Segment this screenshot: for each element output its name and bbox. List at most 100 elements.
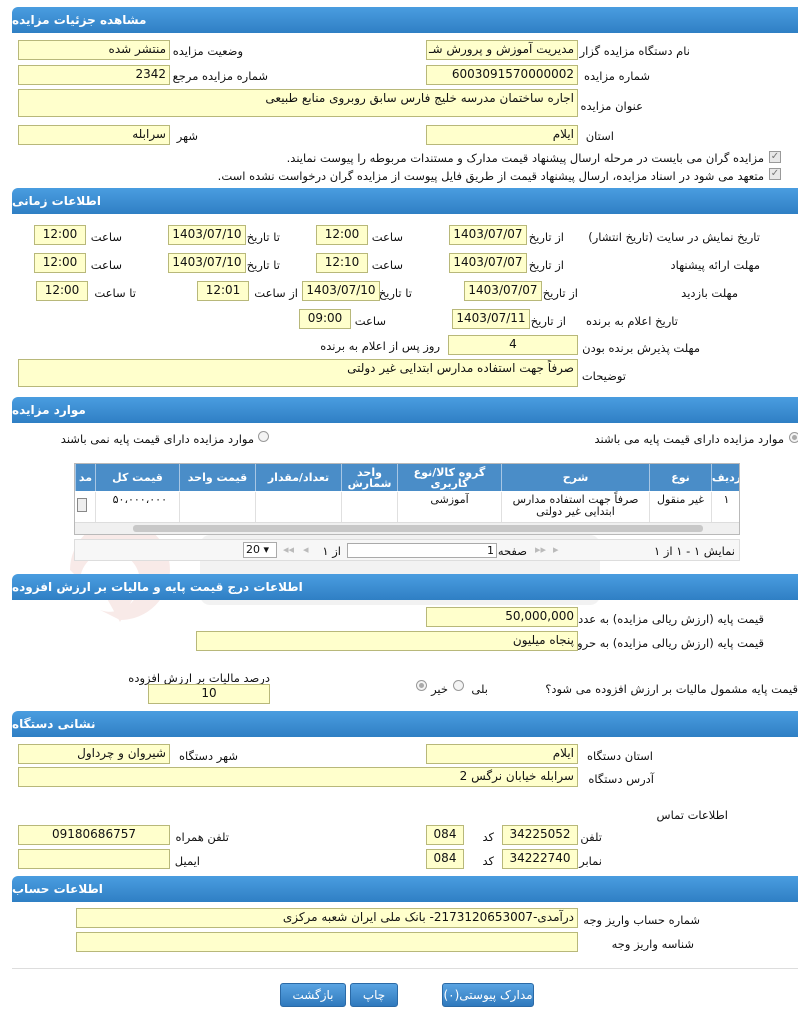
section-header-details: مشاهده جزئیات مزایده bbox=[12, 7, 798, 33]
phone-field[interactable]: 34225052 bbox=[502, 825, 578, 845]
visit-to-time-label: تا ساعت bbox=[94, 286, 136, 300]
display-to-time-field[interactable]: 12:00 bbox=[34, 225, 86, 245]
account-id-field[interactable] bbox=[76, 932, 578, 952]
col-header-unit[interactable]: واحد شمارش bbox=[341, 464, 397, 491]
ref-number-field[interactable]: 2342 bbox=[18, 65, 170, 85]
fax-field[interactable]: 34222740 bbox=[502, 849, 578, 869]
display-from-date-field[interactable]: 1403/07/07 bbox=[449, 225, 527, 245]
section-header-address: نشانی دستگاه bbox=[12, 711, 798, 737]
offer-from-time-label: ساعت bbox=[371, 258, 403, 272]
visit-from-date-field[interactable]: 1403/07/07 bbox=[464, 281, 542, 301]
col-header-total[interactable]: قیمت کل bbox=[95, 464, 179, 491]
vat-question-label: قیمت پایه مشمول مالیات بر ارزش افزوده می… bbox=[545, 682, 798, 696]
org-province-label: استان دستگاه bbox=[586, 749, 653, 763]
note-no-file-offer: متعهد می شود در اسناد مزایده، ارسال پیشن… bbox=[217, 169, 764, 183]
status-field[interactable]: منتشر شده bbox=[18, 40, 170, 60]
radio-no-base-price[interactable] bbox=[258, 431, 269, 442]
status-label: وضعیت مزایده bbox=[172, 44, 243, 58]
radio-vat-yes[interactable] bbox=[453, 680, 464, 691]
offer-to-date-label: تا تاریخ bbox=[246, 258, 280, 272]
title-label: عنوان مزایده bbox=[580, 99, 643, 113]
table-row-index: ۱ bbox=[711, 492, 739, 522]
account-number-field[interactable]: درآمدی-2173120653007- بانک ملی ایران شعب… bbox=[76, 908, 578, 928]
visit-to-time-field[interactable]: 12:00 bbox=[36, 281, 88, 301]
section-header-timing: اطلاعات زمانی bbox=[12, 188, 798, 214]
divider bbox=[12, 968, 798, 969]
col-header-docs[interactable]: مد bbox=[75, 464, 95, 491]
display-from-date-label: از تاریخ bbox=[528, 230, 564, 244]
grid-horizontal-scrollbar[interactable] bbox=[75, 522, 739, 534]
visit-to-date-label: تا تاریخ bbox=[378, 286, 412, 300]
section-header-account: اطلاعات حساب bbox=[12, 876, 798, 902]
radio-has-base-price[interactable] bbox=[789, 432, 798, 443]
offer-deadline-label: مهلت ارائه پیشنهاد bbox=[670, 258, 760, 272]
pager-first-icon[interactable]: ◂◂ bbox=[283, 543, 294, 556]
fax-code-field[interactable]: 084 bbox=[426, 849, 464, 869]
org-field[interactable]: مدیریت آموزش و پرورش شـ bbox=[426, 40, 578, 60]
winner-date-field[interactable]: 1403/07/11 bbox=[452, 309, 530, 329]
display-to-date-field[interactable]: 1403/07/10 bbox=[168, 225, 246, 245]
phone-code-label: کد bbox=[482, 830, 494, 844]
phone-code-field[interactable]: 084 bbox=[426, 825, 464, 845]
print-button[interactable]: چاپ bbox=[350, 983, 398, 1007]
accept-days-suffix: روز پس از اعلام به برنده bbox=[320, 339, 440, 353]
number-field[interactable]: 6003091570000002 bbox=[426, 65, 578, 85]
pager-size-select[interactable]: 20 ▾ bbox=[243, 542, 277, 558]
col-header-desc[interactable]: شرح bbox=[501, 464, 649, 491]
title-field[interactable]: اجاره ساختمان مدرسه خلیج فارس سابق روبرو… bbox=[18, 89, 578, 117]
org-province-field[interactable]: ایلام bbox=[426, 744, 578, 764]
attached-docs-button[interactable]: مدارک پیوستی(۰) bbox=[442, 983, 534, 1007]
note-attach-docs: مزایده گران می بایست در مرحله ارسال پیشن… bbox=[286, 151, 764, 165]
pager-page-input[interactable]: 1 bbox=[347, 543, 497, 558]
phone-label: تلفن bbox=[580, 830, 602, 844]
radio-vat-no[interactable] bbox=[416, 680, 427, 691]
radio-vat-no-label: خیر bbox=[431, 682, 448, 696]
col-header-row[interactable]: ردیف bbox=[711, 464, 739, 491]
back-button[interactable]: بازگشت bbox=[280, 983, 346, 1007]
org-label: نام دستگاه مزایده گزار bbox=[579, 44, 690, 58]
email-field[interactable] bbox=[18, 849, 170, 869]
offer-from-time-field[interactable]: 12:10 bbox=[316, 253, 368, 273]
winner-announce-label: تاریخ اعلام به برنده bbox=[585, 314, 678, 328]
visit-from-time-field[interactable]: 12:01 bbox=[197, 281, 249, 301]
radio-no-base-price-label: موارد مزایده دارای قیمت پایه نمی باشند bbox=[60, 432, 254, 446]
checkbox-attach-docs[interactable]: ✓ bbox=[769, 151, 781, 163]
table-row-desc: صرفاً جهت استفاده مدارس ابتدایی غیر دولت… bbox=[501, 492, 649, 522]
pager-next-icon[interactable]: ▸ bbox=[553, 543, 559, 556]
mobile-field[interactable]: 09180686757 bbox=[18, 825, 170, 845]
display-from-time-label: ساعت bbox=[371, 230, 403, 244]
offer-to-time-label: ساعت bbox=[90, 258, 122, 272]
mobile-label: تلفن همراه bbox=[175, 830, 229, 844]
row-docs-button[interactable] bbox=[77, 498, 87, 512]
table-row-group: آموزشی bbox=[397, 492, 501, 522]
vat-percent-field[interactable]: 10 bbox=[148, 684, 270, 704]
visit-to-date-field[interactable]: 1403/07/10 bbox=[302, 281, 380, 301]
offer-from-date-field[interactable]: 1403/07/07 bbox=[449, 253, 527, 273]
radio-has-base-price-label: موارد مزایده دارای قیمت پایه می باشند bbox=[594, 432, 784, 446]
pager-last-icon[interactable]: ▸▸ bbox=[535, 543, 546, 556]
base-price-words-field[interactable]: پنجاه میلیون bbox=[196, 631, 578, 651]
offer-to-time-field[interactable]: 12:00 bbox=[34, 253, 86, 273]
col-header-qty[interactable]: تعداد/مقدار bbox=[255, 464, 341, 491]
col-header-unit-price[interactable]: قیمت واحد bbox=[179, 464, 255, 491]
vat-percent-label: درصد مالیات بر ارزش افزوده bbox=[128, 671, 270, 685]
table-row-type: غیر منقول bbox=[649, 492, 711, 522]
display-from-time-field[interactable]: 12:00 bbox=[316, 225, 368, 245]
col-header-type[interactable]: نوع bbox=[649, 464, 711, 491]
section-header-price: اطلاعات درج قیمت پایه و مالیات بر ارزش ا… bbox=[12, 574, 798, 600]
pager-prev-icon[interactable]: ◂ bbox=[303, 543, 309, 556]
checkbox-no-file-offer[interactable]: ✓ bbox=[769, 168, 781, 180]
col-header-group[interactable]: گروه کالا/نوع کاربری bbox=[397, 464, 501, 491]
table-row-qty bbox=[255, 492, 341, 522]
winner-time-field[interactable]: 09:00 bbox=[299, 309, 351, 329]
org-city-field[interactable]: شیروان و چرداول bbox=[18, 744, 170, 764]
accept-days-field[interactable]: 4 bbox=[448, 335, 578, 355]
province-field[interactable]: ایلام bbox=[426, 125, 578, 145]
ref-number-label: شماره مزایده مرجع bbox=[172, 69, 268, 83]
base-price-number-field[interactable]: 50,000,000 bbox=[426, 607, 578, 627]
org-address-field[interactable]: سرابله خیابان نرگس 2 bbox=[18, 767, 578, 787]
winner-time-label: ساعت bbox=[354, 314, 386, 328]
city-field[interactable]: سرابله bbox=[18, 125, 170, 145]
offer-to-date-field[interactable]: 1403/07/10 bbox=[168, 253, 246, 273]
timing-desc-field[interactable]: صرفاً جهت استفاده مدارس ابتدایی غیر دولت… bbox=[18, 359, 578, 387]
